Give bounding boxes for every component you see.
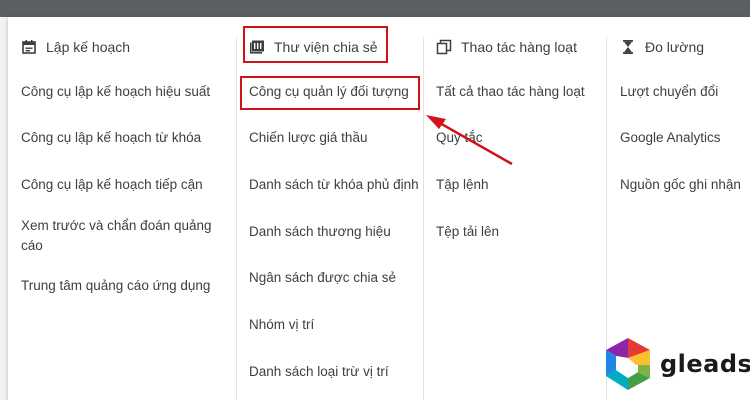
gleads-logo-text: gleads — [660, 350, 750, 378]
gleads-logo: gleads — [598, 336, 750, 394]
gleads-logo-mark — [606, 338, 650, 390]
